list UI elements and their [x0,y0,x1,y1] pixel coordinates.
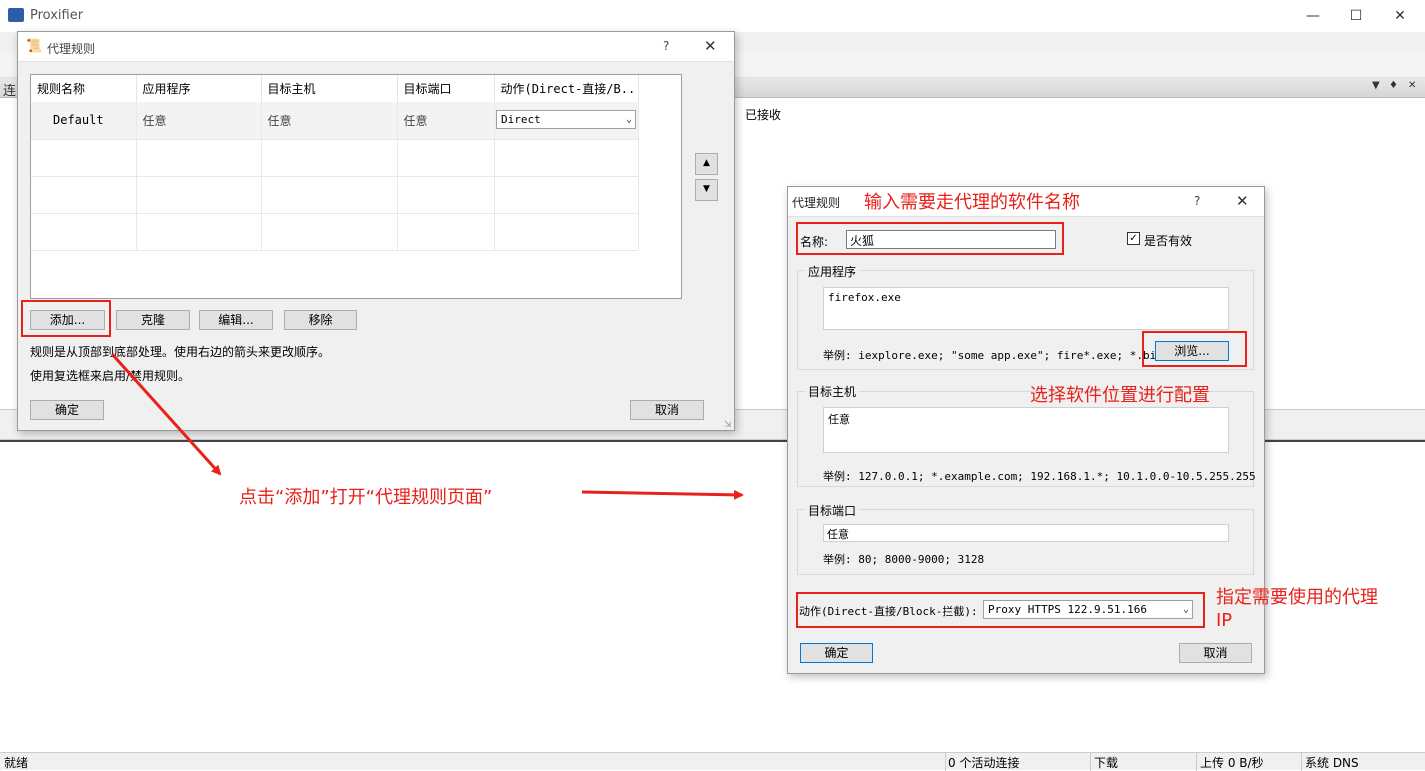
arrow-to-add-tip [110,352,222,476]
arrow-to-rule-dialog [581,489,744,500]
annotation-arrows [110,352,744,500]
